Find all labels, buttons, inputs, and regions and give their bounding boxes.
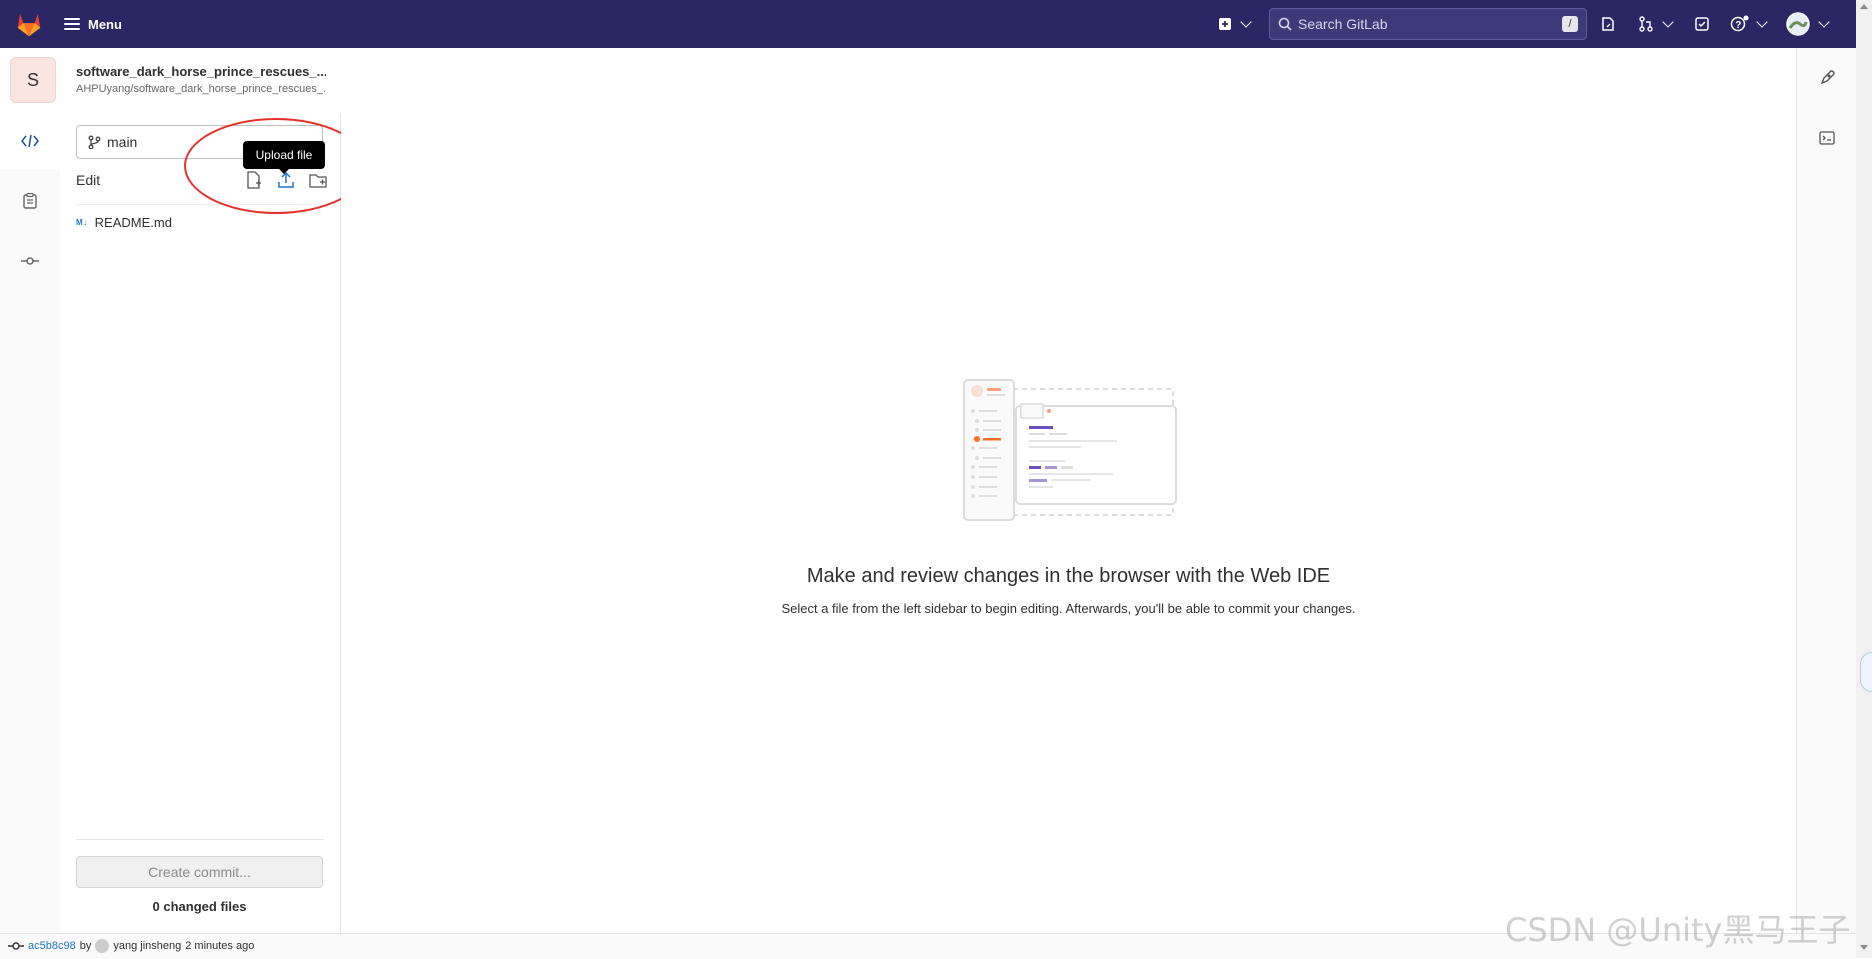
menu-button[interactable]: Menu — [64, 12, 122, 36]
file-name: README.md — [94, 214, 172, 230]
ide-activity-bar — [0, 113, 61, 933]
terminal-button[interactable] — [1797, 118, 1857, 158]
gitlab-logo-icon[interactable] — [14, 9, 44, 39]
empty-state-subtitle: Select a file from the left sidebar to b… — [781, 601, 1356, 616]
scroll-up-arrow-icon[interactable] — [1860, 4, 1868, 9]
divider — [76, 839, 324, 840]
search-icon — [1278, 17, 1292, 31]
terminal-icon — [1819, 131, 1835, 145]
file-tree-item[interactable]: M↓ README.md — [76, 212, 172, 232]
issues-button[interactable] — [1600, 12, 1616, 36]
new-dropdown-button[interactable] — [1218, 12, 1252, 36]
project-path[interactable]: AHPUyang/software_dark_horse_prince_resc… — [76, 83, 326, 95]
commit-time: 2 minutes ago — [185, 940, 255, 952]
changed-files-count: 0 changed files — [152, 899, 247, 914]
activity-review-tab[interactable] — [0, 173, 60, 229]
project-name[interactable]: software_dark_horse_prince_rescues_... — [76, 64, 326, 79]
hamburger-icon — [64, 18, 80, 30]
side-drawer-handle[interactable] — [1860, 652, 1872, 692]
pipelines-button[interactable] — [1797, 58, 1857, 98]
svg-text:?: ? — [1735, 20, 1741, 31]
commit-by-label: by — [79, 940, 92, 952]
right-activity-bar — [1796, 48, 1857, 933]
file-panel: main Edit M↓ README.md Create commit... … — [60, 113, 341, 933]
menu-label: Menu — [88, 16, 122, 32]
scroll-down-arrow-icon[interactable] — [1860, 945, 1868, 950]
merge-request-icon — [1639, 16, 1653, 32]
search-shortcut-hint: / — [1562, 16, 1578, 32]
commit-hash-link[interactable]: ac5b8c98 — [28, 940, 76, 952]
search-placeholder: Search GitLab — [1298, 16, 1388, 32]
rocket-icon — [1820, 70, 1835, 85]
page-scrollbar[interactable] — [1856, 0, 1872, 958]
edit-label: Edit — [76, 172, 101, 188]
watermark-text: CSDN @Unity黑马王子 — [1505, 911, 1851, 949]
author-avatar — [95, 939, 110, 953]
help-icon: ? — [1730, 15, 1749, 32]
todo-check-icon — [1695, 17, 1709, 31]
branch-icon — [88, 135, 101, 149]
project-avatar[interactable]: S — [10, 57, 56, 103]
user-menu-button[interactable] — [1786, 12, 1830, 36]
chevron-down-icon — [1756, 16, 1768, 28]
clipboard-icon — [23, 193, 37, 209]
activity-edit-tab[interactable] — [0, 113, 60, 169]
chevron-down-icon — [1818, 16, 1830, 28]
user-avatar-icon — [1786, 12, 1810, 36]
activity-commit-tab[interactable] — [0, 233, 60, 289]
project-header: S software_dark_horse_prince_rescues_...… — [0, 48, 340, 114]
commit-author: yang jinsheng — [113, 940, 182, 952]
commit-icon — [21, 257, 39, 265]
code-icon — [21, 134, 39, 148]
last-commit-info: ac5b8c98 by yang jinsheng 2 minutes ago — [8, 939, 254, 953]
empty-state-title: Make and review changes in the browser w… — [806, 565, 1331, 587]
help-button[interactable]: ? — [1730, 12, 1768, 36]
top-navbar: Menu Search GitLab / ? — [0, 0, 1872, 48]
todos-button[interactable] — [1694, 12, 1710, 36]
markdown-icon: M↓ — [76, 217, 88, 227]
web-ide-illustration — [963, 379, 1177, 521]
plus-square-icon — [1219, 18, 1231, 30]
merge-requests-button[interactable] — [1638, 12, 1674, 36]
chevron-down-icon — [1662, 16, 1674, 28]
chevron-down-icon — [1240, 16, 1252, 28]
branch-name: main — [107, 134, 138, 150]
editor-empty-state: Make and review changes in the browser w… — [341, 48, 1796, 933]
search-input[interactable]: Search GitLab / — [1269, 8, 1587, 40]
commit-icon — [8, 942, 24, 950]
issues-icon — [1602, 17, 1614, 31]
create-commit-button[interactable]: Create commit... — [76, 856, 323, 888]
